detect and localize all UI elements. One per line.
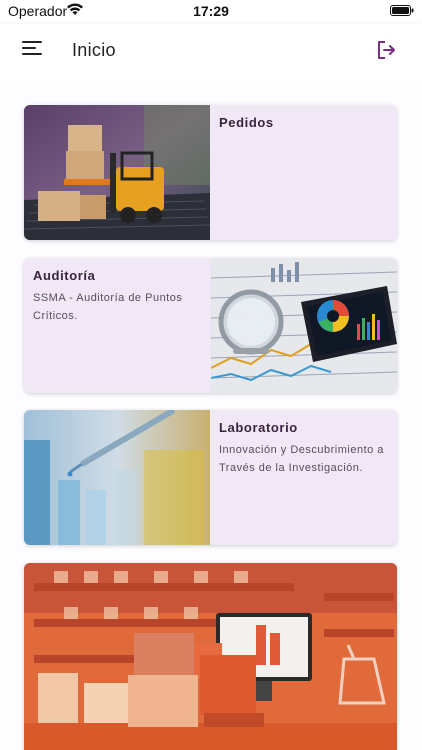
- card-description: Innovación y Descubrimiento a Través de …: [219, 444, 384, 474]
- magnifier-charts-image: [211, 258, 397, 393]
- page-title: Inicio: [72, 40, 116, 60]
- card-pedidos[interactable]: Pedidos: [24, 105, 397, 240]
- menu-icon: [22, 53, 42, 55]
- card-description: SSMA - Auditoría de Puntos Críticos.: [33, 292, 183, 322]
- home-content: Pedidos Auditoría SSMA - Auditoría de Pu…: [0, 80, 422, 750]
- card-title: Pedidos: [219, 115, 274, 130]
- forklift-laptop-image: [24, 105, 210, 240]
- card-title: Laboratorio: [219, 420, 298, 435]
- menu-button[interactable]: [22, 41, 42, 57]
- card-almacen[interactable]: [24, 563, 397, 750]
- warehouse-boxes-image: [24, 563, 397, 750]
- logout-button[interactable]: [374, 38, 398, 62]
- card-auditoria[interactable]: Auditoría SSMA - Auditoría de Puntos Crí…: [24, 258, 397, 393]
- lab-pipette-image: [24, 410, 210, 545]
- battery-icon: [390, 5, 414, 16]
- menu-icon: [22, 47, 36, 49]
- menu-icon: [22, 41, 42, 43]
- status-bar: Operador 17:29: [0, 0, 422, 24]
- card-laboratorio[interactable]: Laboratorio Innovación y Descubrimiento …: [24, 410, 397, 545]
- card-title: Auditoría: [33, 268, 96, 283]
- status-time: 17:29: [193, 3, 229, 19]
- app-bar: Inicio: [0, 24, 422, 80]
